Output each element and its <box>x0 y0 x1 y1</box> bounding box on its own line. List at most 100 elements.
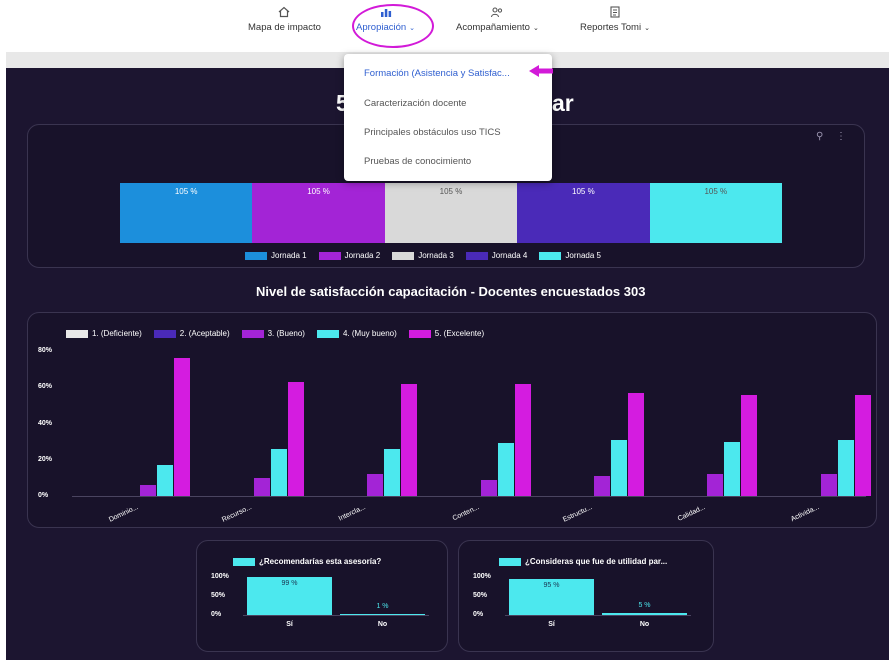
legend-swatch <box>245 251 267 260</box>
menu-item-formacion[interactable]: Formación (Asistencia y Satisfac... <box>364 68 510 79</box>
dashboard-title-right: ar <box>552 90 574 116</box>
chevron-down-icon: ⌄ <box>532 25 539 32</box>
bar-5. (Excelente) <box>174 358 191 497</box>
bar-4. (Muy bueno) <box>497 443 514 496</box>
satisfaction-chart: 80% 60% 40% 20% 0% Dominio... Recurso... Interc… <box>28 313 878 529</box>
legend-swatch <box>465 251 488 260</box>
legend-swatch <box>539 251 562 260</box>
menu-item-pruebas-conocimiento[interactable]: Pruebas de conocimiento <box>364 156 471 167</box>
pointer-arrow-icon <box>529 65 553 77</box>
legend-item: Jornada 3 <box>392 251 454 260</box>
utilidad-chart: 100% 50% 0% 95 % Sí 5 % No <box>459 541 715 653</box>
bar-3. (Bueno) <box>707 474 724 497</box>
utilidad-panel: ¿Consideras que fue de utilidad par... 1… <box>458 540 714 652</box>
bar-value-label: 1 % <box>376 603 389 610</box>
bar-5. (Excelente) <box>627 392 644 496</box>
y-tick-label: 0% <box>473 611 484 618</box>
legend-item: Jornada 2 <box>318 251 381 260</box>
attendance-segment: 105 % <box>120 183 253 243</box>
x-category-label: Recurso... <box>221 504 254 524</box>
bar-5. (Excelente) <box>741 394 758 496</box>
x-axis-baseline <box>505 615 691 616</box>
attendance-segment: 105 % <box>517 183 650 243</box>
y-tick-label: 50% <box>473 592 488 599</box>
bar-3. (Bueno) <box>367 474 384 497</box>
menu-item-caracterizacion-docente[interactable]: Caracterización docente <box>364 98 466 109</box>
y-tick-label: 80% <box>38 347 53 354</box>
y-tick-label: 60% <box>38 383 53 391</box>
bar-5. (Excelente) <box>854 394 871 496</box>
bar-value-label: 95 % <box>543 581 560 589</box>
y-tick-label: 100% <box>473 573 491 580</box>
bar-3. (Bueno) <box>820 474 837 497</box>
bar-5. (Excelente) <box>287 381 304 496</box>
attendance-segment: 105 % <box>252 183 385 243</box>
bar-value-label: 99 % <box>281 580 298 588</box>
legend-swatch <box>318 251 341 260</box>
legend-label: Jornada 4 <box>491 251 528 260</box>
attendance-legend: Jornada 1 Jornada 2 Jornada 3 Jornada 4 Jorn… <box>245 251 613 260</box>
x-category-label: Sí <box>548 621 555 628</box>
nav-item-mapa-de-impacto[interactable]: Mapa de impacto <box>248 6 321 33</box>
bar-3. (Bueno) <box>593 476 610 496</box>
x-category-label: Activida... <box>789 504 821 524</box>
satisfaction-panel: 1. (Deficiente) 2. (Aceptable) 3. (Bueno) 4… <box>27 312 877 528</box>
bar-3. (Bueno) <box>253 477 270 496</box>
bar-5. (Excelente) <box>514 383 531 496</box>
bar-4. (Muy bueno) <box>384 448 401 496</box>
report-icon <box>610 6 620 18</box>
answer-bar <box>340 614 425 615</box>
bar-4. (Muy bueno) <box>157 465 174 496</box>
bar-3. (Bueno) <box>480 479 497 496</box>
bar-4. (Muy bueno) <box>837 439 854 496</box>
legend-label: Jornada 2 <box>344 251 381 260</box>
attendance-segment: 105 % <box>384 183 518 243</box>
bar-4. (Muy bueno) <box>610 439 627 496</box>
apropiacion-dropdown-menu: Formación (Asistencia y Satisfac... Cara… <box>344 54 552 181</box>
satisfaction-title: Nivel de satisfacción capacitación - Doc… <box>256 284 646 299</box>
legend-label: Jornada 1 <box>271 251 307 260</box>
x-category-label: Estructu... <box>561 504 594 524</box>
x-category-label: Conten... <box>451 504 480 523</box>
nav-label: Reportes Tomi <box>580 22 642 33</box>
recomendarias-chart: 100% 50% 0% 99 % Sí 1 % No <box>197 541 449 653</box>
bar-4. (Muy bueno) <box>270 448 287 496</box>
people-icon <box>491 7 503 18</box>
more-options-icon[interactable]: ⋮ <box>836 131 846 142</box>
attendance-stacked-bar: 105 % 105 % 105 % 105 % 105 % <box>120 183 782 243</box>
y-tick-label: 100% <box>211 573 229 580</box>
menu-item-obstaculos-tics[interactable]: Principales obstáculos uso TICS <box>364 127 501 138</box>
chevron-down-icon: ⌄ <box>644 25 650 32</box>
top-navigation: Mapa de impacto Apropiación ⌄ Acompañamie… <box>0 0 889 52</box>
bar-5. (Excelente) <box>401 383 418 496</box>
x-category-label: Sí <box>286 621 293 628</box>
nav-item-acompanamiento[interactable]: Acompañamiento ⌄ <box>456 6 539 33</box>
filter-icon[interactable]: ⚲ <box>816 131 823 142</box>
y-tick-label: 20% <box>38 455 53 463</box>
bar-3. (Bueno) <box>140 485 157 496</box>
legend-label: Jornada 3 <box>418 251 454 260</box>
nav-item-reportes-tomi[interactable]: Reportes Tomi ⌄ <box>580 6 650 33</box>
y-tick-label: 0% <box>211 611 222 618</box>
bar-4. (Muy bueno) <box>724 441 741 496</box>
x-category-label: No <box>377 621 388 628</box>
legend-item: Jornada 1 <box>245 251 307 260</box>
x-category-label: No <box>639 621 650 628</box>
nav-label: Mapa de impacto <box>248 22 321 33</box>
legend-item: Jornada 4 <box>465 251 528 260</box>
bar-value-label: 5 % <box>638 602 651 610</box>
recomendarias-panel: ¿Recomendarías esta asesoría? 100% 50% 0% 9… <box>196 540 448 652</box>
nav-label: Acompañamiento <box>456 22 530 33</box>
x-category-label: Dominio... <box>108 504 140 524</box>
x-axis-baseline <box>243 615 429 616</box>
x-category-label: Calidad... <box>677 504 707 523</box>
x-axis-baseline <box>72 496 866 497</box>
y-tick-label: 50% <box>211 592 226 599</box>
y-tick-label: 40% <box>38 419 53 427</box>
legend-item: Jornada 5 <box>539 251 601 260</box>
highlight-ring <box>352 4 434 48</box>
x-category-label: Intercla... <box>337 504 367 523</box>
y-tick-label: 0% <box>38 492 49 499</box>
answer-bar <box>602 613 687 615</box>
legend-swatch <box>392 251 415 260</box>
